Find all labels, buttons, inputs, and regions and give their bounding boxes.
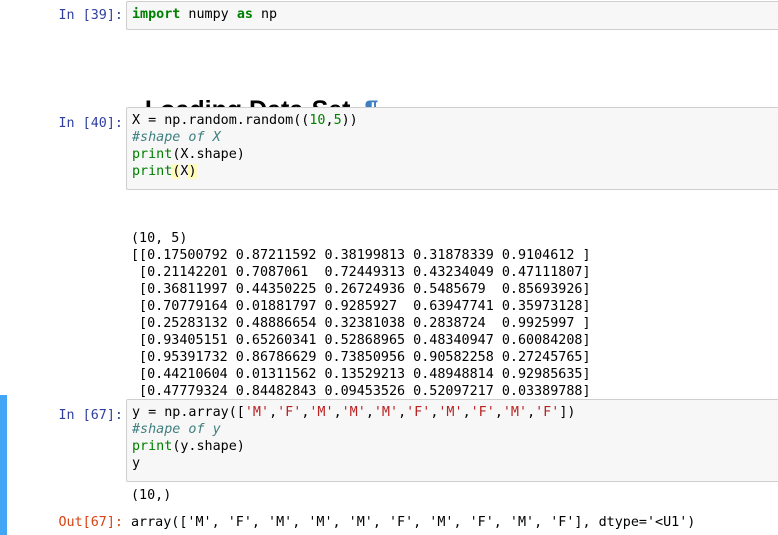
code-line: import numpy as np (132, 7, 278, 22)
code-line: print(X) (132, 164, 197, 179)
input-prompt-67: In [67]: (58, 408, 124, 423)
output-line: [0.70779164 0.01881797 0.9285927 0.63947… (131, 299, 591, 314)
output-line: [0.25283132 0.48886654 0.32381038 0.2838… (131, 316, 591, 331)
code-line: print(y.shape) (132, 439, 245, 454)
code-line: #shape of X (132, 130, 221, 145)
output-line: (10, 5) (131, 231, 188, 246)
code-cell-import[interactable]: import numpy as np (126, 1, 778, 30)
output-line: [0.47779324 0.84482843 0.09453526 0.5209… (131, 384, 591, 399)
output-line: [0.44210604 0.01311562 0.13529213 0.4894… (131, 367, 591, 382)
code-block: X = np.random.random((10,5)) #shape of X p… (132, 112, 778, 180)
output-line: [0.93405151 0.65260341 0.52868965 0.4834… (131, 333, 591, 348)
output-line: [0.36811997 0.44350225 0.26724936 0.5485… (131, 282, 591, 297)
stdout-text: (10, 5) [[0.17500792 0.87211592 0.3819981… (131, 230, 599, 417)
code-block: import numpy as np (132, 6, 778, 23)
input-prompt-40: In [40]: (58, 116, 124, 131)
code-cell-x[interactable]: X = np.random.random((10,5)) #shape of X p… (126, 107, 778, 190)
code-line: #shape of y (132, 422, 221, 437)
code-block: y = np.array(['M','F','M','M','M','F','M… (132, 404, 778, 472)
result-text: array(['M', 'F', 'M', 'M', 'M', 'F', 'M'… (131, 515, 696, 530)
output-prompt-67: Out[67]: (58, 515, 124, 530)
code-line: print(X.shape) (132, 147, 245, 162)
stdout-text: (10,) (131, 488, 172, 503)
code-line: X = np.random.random((10,5)) (132, 113, 358, 128)
output-line: [[0.17500792 0.87211592 0.38199813 0.318… (131, 248, 591, 263)
output-line: [0.21142201 0.7087061 0.72449313 0.43234… (131, 265, 591, 280)
code-cell-y[interactable]: y = np.array(['M','F','M','M','M','F','M… (126, 399, 778, 482)
output-line: [0.95391732 0.86786629 0.73850956 0.9058… (131, 350, 591, 365)
input-prompt-39: In [39]: (58, 8, 124, 23)
code-line: y = np.array(['M','F','M','M','M','F','M… (132, 405, 576, 420)
code-line: y (132, 456, 141, 471)
